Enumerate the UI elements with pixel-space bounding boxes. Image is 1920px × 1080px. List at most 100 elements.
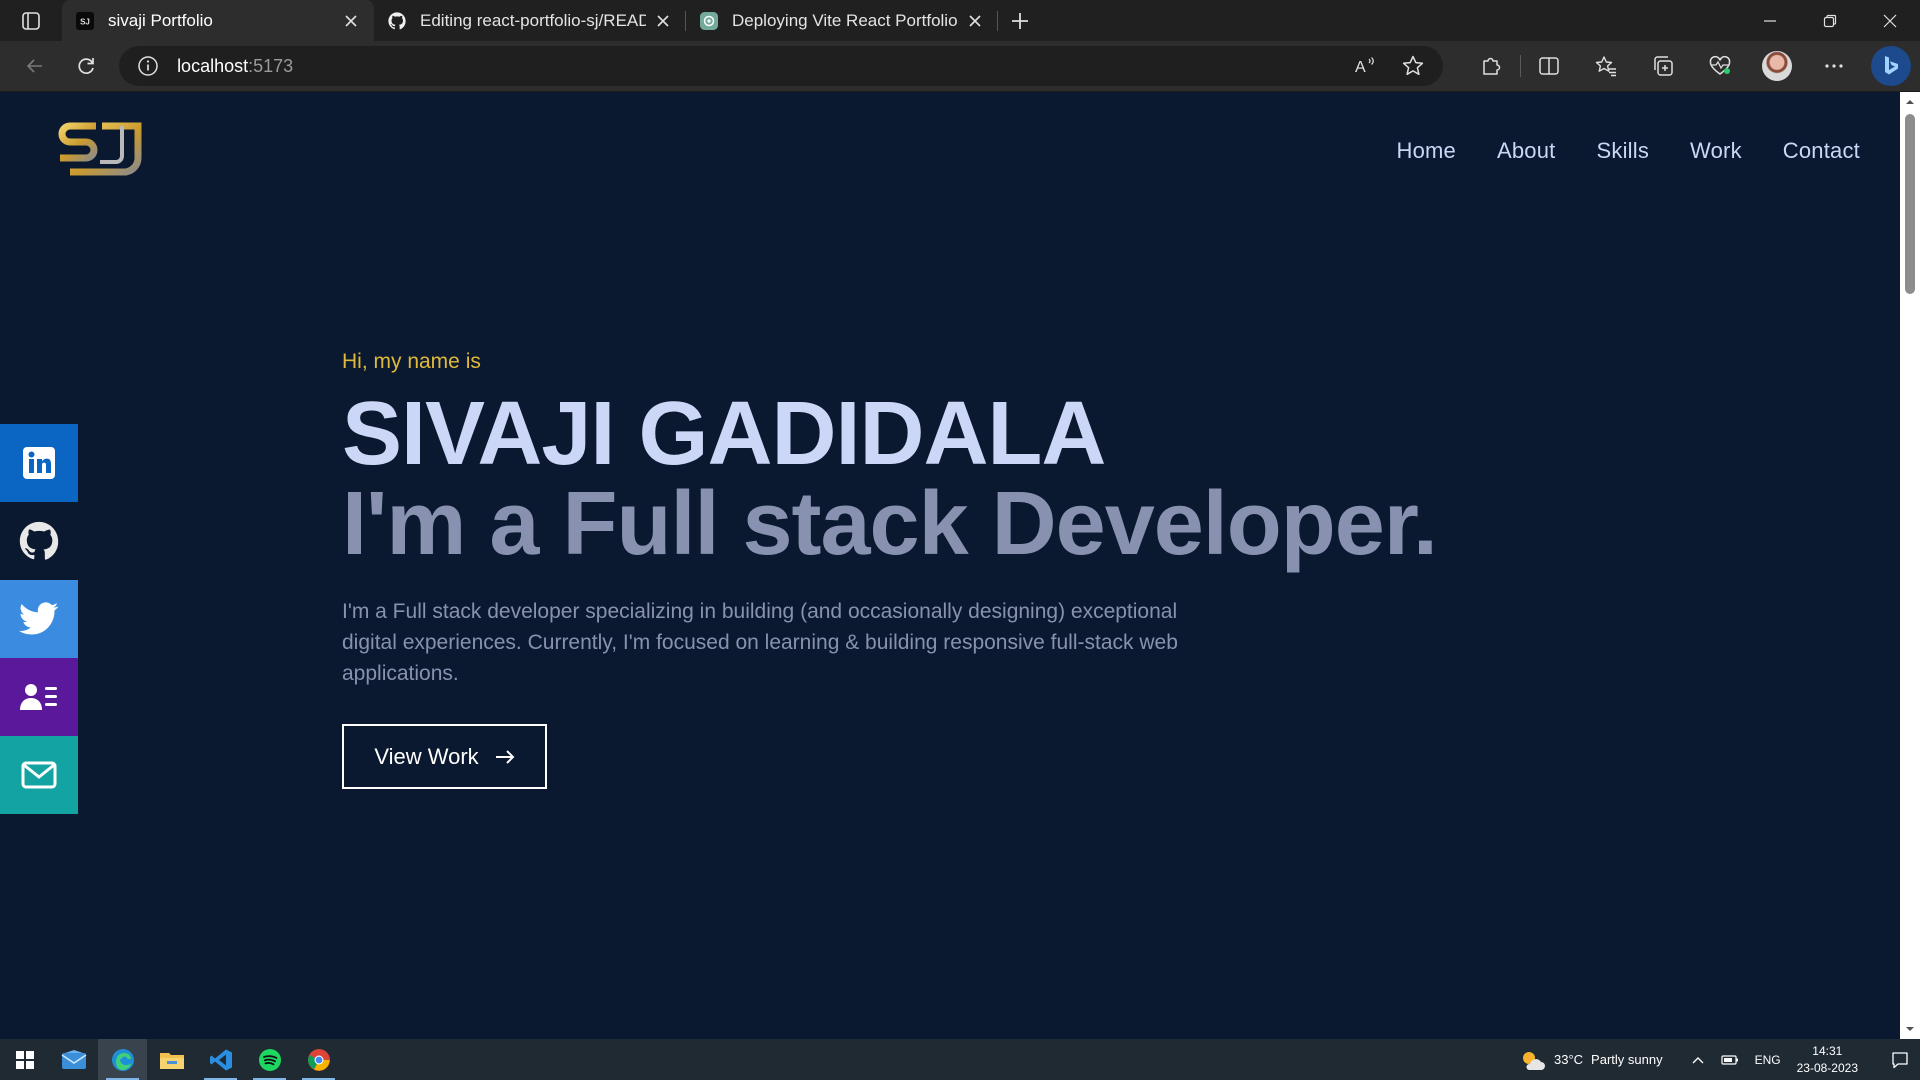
notifications-button[interactable] — [1880, 1051, 1920, 1069]
heart-pulse-icon — [1710, 55, 1731, 75]
hero-tagline: I'm a Full stack Developer. — [342, 474, 1438, 574]
start-button[interactable] — [0, 1039, 49, 1080]
svg-text:SJ: SJ — [80, 17, 90, 26]
weather-widget[interactable]: 33°C Partly sunny — [1520, 1049, 1663, 1071]
linkedin-link[interactable] — [0, 424, 78, 502]
show-hidden-icons-button[interactable] — [1691, 1055, 1705, 1065]
mail-app-icon — [61, 1049, 86, 1069]
windows-logo-icon — [15, 1050, 34, 1069]
profile-button[interactable] — [1749, 46, 1806, 86]
taskbar-vscode[interactable] — [196, 1039, 245, 1080]
twitter-link[interactable] — [0, 580, 78, 658]
nav-link-contact[interactable]: Contact — [1783, 138, 1860, 164]
hero-greeting: Hi, my name is — [342, 350, 481, 373]
scroll-thumb[interactable] — [1905, 114, 1915, 294]
clock-date: 23-08-2023 — [1796, 1060, 1858, 1075]
language-indicator[interactable]: ENG — [1755, 1053, 1781, 1067]
spotify-icon — [258, 1048, 281, 1071]
split-screen-button[interactable] — [1521, 46, 1578, 86]
close-window-button[interactable] — [1860, 0, 1920, 41]
github-icon — [19, 521, 59, 560]
info-icon[interactable] — [137, 55, 159, 77]
taskbar-mail[interactable] — [49, 1039, 98, 1080]
refresh-button[interactable] — [62, 46, 112, 86]
hero-section: Hi, my name is SIVAJI GADIDALA I'm a Ful… — [342, 350, 1642, 789]
collections-icon — [1654, 56, 1674, 76]
minimize-button[interactable] — [1740, 0, 1800, 41]
tab-title: Deploying Vite React Portfolio — [732, 10, 958, 30]
github-link[interactable] — [0, 502, 78, 580]
weather-description: Partly sunny — [1591, 1052, 1663, 1067]
clock-time: 14:31 — [1812, 1043, 1843, 1058]
close-tab-icon[interactable] — [654, 12, 672, 30]
url-host: localhost — [177, 55, 249, 76]
close-tab-icon[interactable] — [966, 12, 984, 30]
browser-essentials-button[interactable] — [1692, 46, 1749, 86]
sj-logo-icon: SJ — [76, 11, 94, 30]
arrow-left-icon — [26, 59, 42, 73]
email-link[interactable] — [0, 736, 78, 814]
chevron-up-icon — [1692, 1056, 1704, 1063]
collections-button[interactable] — [1635, 46, 1692, 86]
new-tab-button[interactable] — [998, 0, 1042, 41]
nav-link-about[interactable]: About — [1497, 138, 1556, 164]
bing-icon — [1871, 46, 1912, 86]
twitter-icon — [19, 602, 59, 635]
notification-icon — [1892, 1051, 1908, 1068]
github-icon — [388, 11, 406, 30]
sj-logo-icon[interactable] — [56, 120, 142, 178]
tab-separator — [997, 11, 998, 31]
sidebar-toggle-icon — [22, 11, 40, 30]
more-dots-icon — [1825, 64, 1844, 68]
minimize-icon — [1764, 19, 1776, 22]
hero-name: SIVAJI GADIDALA — [342, 384, 1106, 484]
restore-icon — [1823, 14, 1837, 27]
taskbar-chrome[interactable] — [294, 1039, 343, 1080]
restore-button[interactable] — [1800, 0, 1860, 41]
page-scrollbar[interactable] — [1900, 92, 1920, 1039]
tab-title: sivaji Portfolio — [108, 10, 213, 30]
avatar — [1762, 51, 1793, 81]
url-port: :5173 — [248, 55, 294, 76]
resume-icon — [20, 684, 57, 710]
close-tab-icon[interactable] — [342, 12, 360, 30]
chatgpt-icon — [700, 11, 718, 30]
page-viewport: Home About Skills Work Contact Hi, my na… — [0, 92, 1900, 1039]
refresh-icon — [78, 58, 95, 74]
partly-sunny-icon — [1523, 1051, 1545, 1070]
taskbar-clock[interactable]: 14:31 23-08-2023 — [1797, 1043, 1858, 1077]
tab-github-readme[interactable]: Editing react-portfolio-sj/READM — [374, 0, 686, 41]
taskbar-file-explorer[interactable] — [147, 1039, 196, 1080]
battery-status[interactable] — [1720, 1054, 1739, 1066]
view-work-button[interactable]: View Work — [342, 724, 547, 789]
scroll-up-arrow-icon[interactable] — [1904, 96, 1916, 108]
tab-title: Editing react-portfolio-sj/READM — [420, 10, 646, 30]
plus-icon — [1012, 12, 1028, 29]
scroll-down-arrow-icon[interactable] — [1904, 1023, 1916, 1035]
nav-link-skills[interactable]: Skills — [1597, 138, 1650, 164]
browser-toolbar: localhost:5173 A — [0, 41, 1920, 92]
extensions-button[interactable] — [1463, 46, 1520, 86]
nav-link-work[interactable]: Work — [1690, 138, 1742, 164]
arrow-right-icon — [495, 749, 515, 764]
vscode-icon — [209, 1049, 232, 1070]
battery-icon — [1720, 1054, 1738, 1065]
close-icon — [1883, 14, 1897, 27]
view-work-label: View Work — [374, 743, 479, 769]
favorite-star-icon[interactable] — [1401, 54, 1425, 78]
folder-icon — [159, 1052, 184, 1069]
bing-copilot-button[interactable] — [1863, 46, 1920, 86]
tab-chatgpt-deploying[interactable]: Deploying Vite React Portfolio — [686, 0, 998, 41]
tab-actions-button[interactable] — [0, 0, 62, 41]
back-button[interactable] — [10, 46, 60, 86]
more-options-button[interactable] — [1806, 46, 1863, 86]
nav-link-home[interactable]: Home — [1397, 138, 1457, 164]
resume-link[interactable] — [0, 658, 78, 736]
read-aloud-icon[interactable]: A — [1353, 55, 1377, 77]
favorites-button[interactable] — [1578, 46, 1635, 86]
edge-icon — [111, 1048, 134, 1071]
tab-sivaji-portfolio[interactable]: SJ sivaji Portfolio — [62, 0, 374, 41]
taskbar-edge[interactable] — [98, 1039, 147, 1080]
taskbar-spotify[interactable] — [245, 1039, 294, 1080]
address-bar[interactable]: localhost:5173 A — [119, 46, 1443, 86]
